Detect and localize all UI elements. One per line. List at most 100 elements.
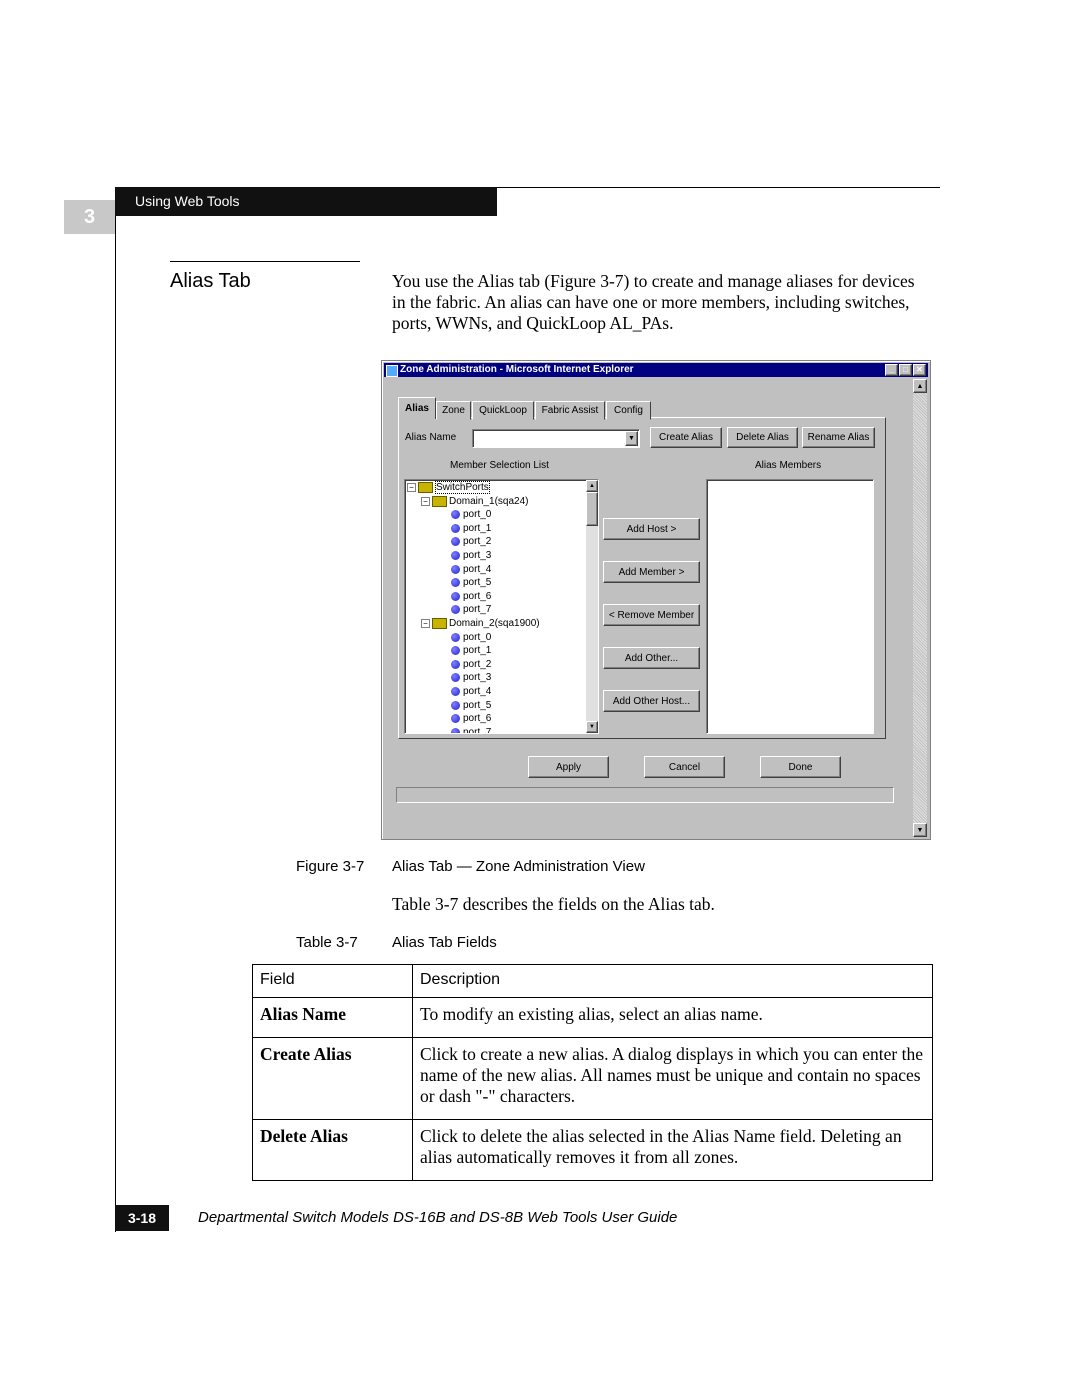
alias-name-combo[interactable]: ▼ xyxy=(472,429,640,448)
chevron-down-icon[interactable]: ▼ xyxy=(625,431,638,446)
tab-zone[interactable]: Zone xyxy=(436,401,471,420)
cancel-button[interactable]: Cancel xyxy=(644,756,725,778)
folder-icon xyxy=(432,495,447,507)
port-icon xyxy=(451,564,460,574)
folder-icon xyxy=(432,618,447,629)
title-bar: Zone Administration - Microsoft Internet… xyxy=(384,363,928,377)
tab-fabric-assist[interactable]: Fabric Assist xyxy=(535,401,605,420)
folder-icon xyxy=(418,482,433,493)
minimize-button[interactable]: _ xyxy=(885,364,898,376)
table-row: Create Alias Click to create a new alias.… xyxy=(252,1037,933,1120)
delete-alias-button[interactable]: Delete Alias xyxy=(727,427,798,448)
page-number: 3-18 xyxy=(115,1205,169,1231)
fields-table: Field Description Alias Name To modify an… xyxy=(252,964,933,1181)
header-description: Description xyxy=(412,964,933,998)
tree-domain[interactable]: − Domain_1(sqa24) xyxy=(421,495,529,508)
field-cell: Delete Alias xyxy=(252,1119,413,1181)
add-host-button[interactable]: Add Host > xyxy=(603,518,700,540)
collapse-icon[interactable]: − xyxy=(407,483,416,492)
port-label: port_4 xyxy=(463,563,492,575)
collapse-icon[interactable]: − xyxy=(421,496,430,506)
tree-port[interactable]: port_7 xyxy=(451,726,492,734)
field-cell: Alias Name xyxy=(252,997,413,1038)
add-member-button[interactable]: Add Member > xyxy=(603,561,700,583)
tree-port[interactable]: port_6 xyxy=(451,590,491,603)
scroll-down-icon[interactable]: ▼ xyxy=(913,823,927,837)
create-alias-button[interactable]: Create Alias xyxy=(650,427,722,448)
tree-port[interactable]: port_4 xyxy=(451,685,491,698)
tree-scroll-up-icon[interactable]: ▲ xyxy=(586,480,598,492)
margin-rule xyxy=(115,187,116,1232)
member-list-label: Member Selection List xyxy=(450,460,549,471)
add-other-button[interactable]: Add Other... xyxy=(603,647,700,669)
tree-port[interactable]: port_2 xyxy=(451,658,491,671)
port-label: port_2 xyxy=(463,536,492,548)
port-icon xyxy=(451,714,460,724)
alias-members-list[interactable] xyxy=(706,479,874,734)
tree-port[interactable]: port_5 xyxy=(451,576,491,589)
add-other-host-button[interactable]: Add Other Host... xyxy=(603,690,700,712)
table-header-row: Field Description xyxy=(252,964,933,998)
port-label: port_3 xyxy=(463,550,492,561)
apply-button[interactable]: Apply xyxy=(528,756,609,778)
tree-scroll-thumb[interactable] xyxy=(586,492,598,526)
collapse-icon[interactable]: − xyxy=(421,619,430,628)
domain-label: Domain_2(sqa1900) xyxy=(449,618,540,629)
close-button[interactable]: ✕ xyxy=(913,364,926,376)
port-icon xyxy=(451,551,460,560)
member-tree[interactable]: − SwitchPorts − Domain_1(sqa24) port_0 port_1… xyxy=(404,479,599,734)
port-icon xyxy=(451,646,460,656)
description-cell: Click to create a new alias. A dialog di… xyxy=(412,1037,933,1120)
port-label: port_7 xyxy=(463,604,492,616)
ie-icon xyxy=(386,365,398,377)
maximize-button[interactable]: □ xyxy=(899,364,912,376)
document-page: 3 Using Web Tools Alias Tab You use the … xyxy=(0,0,1080,1397)
description-cell: To modify an existing alias, select an a… xyxy=(412,997,933,1038)
zone-admin-window: Zone Administration - Microsoft Internet… xyxy=(381,360,931,840)
port-icon xyxy=(451,605,460,615)
port-label: port_5 xyxy=(463,577,492,589)
remove-member-button[interactable]: < Remove Member xyxy=(603,604,700,626)
tree-port[interactable]: port_4 xyxy=(451,563,491,576)
port-icon xyxy=(451,673,460,683)
tree-port[interactable]: port_0 xyxy=(451,508,491,521)
tree-port[interactable]: port_5 xyxy=(451,699,491,712)
domain-label: Domain_1(sqa24) xyxy=(449,495,529,507)
port-label: port_2 xyxy=(463,658,492,670)
tab-config[interactable]: Config xyxy=(606,401,651,420)
tree-port[interactable]: port_0 xyxy=(451,631,491,644)
tree-port[interactable]: port_6 xyxy=(451,712,491,725)
tab-quickloop[interactable]: QuickLoop xyxy=(472,401,534,420)
tree-port[interactable]: port_7 xyxy=(451,603,491,616)
port-label: port_7 xyxy=(463,726,492,734)
tab-alias[interactable]: Alias xyxy=(398,397,436,419)
running-header: Using Web Tools xyxy=(115,187,497,216)
table-label: Table 3-7 xyxy=(296,934,358,951)
port-label: port_4 xyxy=(463,686,492,697)
tree-domain[interactable]: − Domain_2(sqa1900) xyxy=(421,617,540,630)
intro-paragraph: You use the Alias tab (Figure 3-7) to cr… xyxy=(392,271,915,333)
table-row: Alias Name To modify an existing alias, s… xyxy=(252,997,933,1038)
scroll-up-icon[interactable]: ▲ xyxy=(913,379,927,393)
port-icon xyxy=(451,700,460,710)
tree-port[interactable]: port_1 xyxy=(451,522,491,535)
tree-port[interactable]: port_2 xyxy=(451,535,491,548)
tree-scroll-down-icon[interactable]: ▼ xyxy=(586,721,598,733)
alias-name-label: Alias Name xyxy=(405,432,457,443)
port-icon xyxy=(451,523,460,533)
section-title: Alias Tab xyxy=(170,270,251,292)
port-label: port_6 xyxy=(463,713,492,725)
tree-scrollbar[interactable]: ▲ ▼ xyxy=(586,480,598,733)
port-icon xyxy=(451,659,460,669)
window-scrollbar[interactable]: ▲ ▼ xyxy=(913,379,927,837)
port-label: port_0 xyxy=(463,509,492,521)
done-button[interactable]: Done xyxy=(760,756,841,778)
tree-port[interactable]: port_3 xyxy=(451,671,491,684)
tree-root[interactable]: − SwitchPorts xyxy=(407,481,490,494)
port-icon xyxy=(451,578,460,588)
tree-port[interactable]: port_3 xyxy=(451,549,491,562)
tree-port[interactable]: port_1 xyxy=(451,644,491,657)
field-cell: Create Alias xyxy=(252,1037,413,1120)
port-label: port_6 xyxy=(463,590,492,602)
rename-alias-button[interactable]: Rename Alias xyxy=(802,427,875,448)
